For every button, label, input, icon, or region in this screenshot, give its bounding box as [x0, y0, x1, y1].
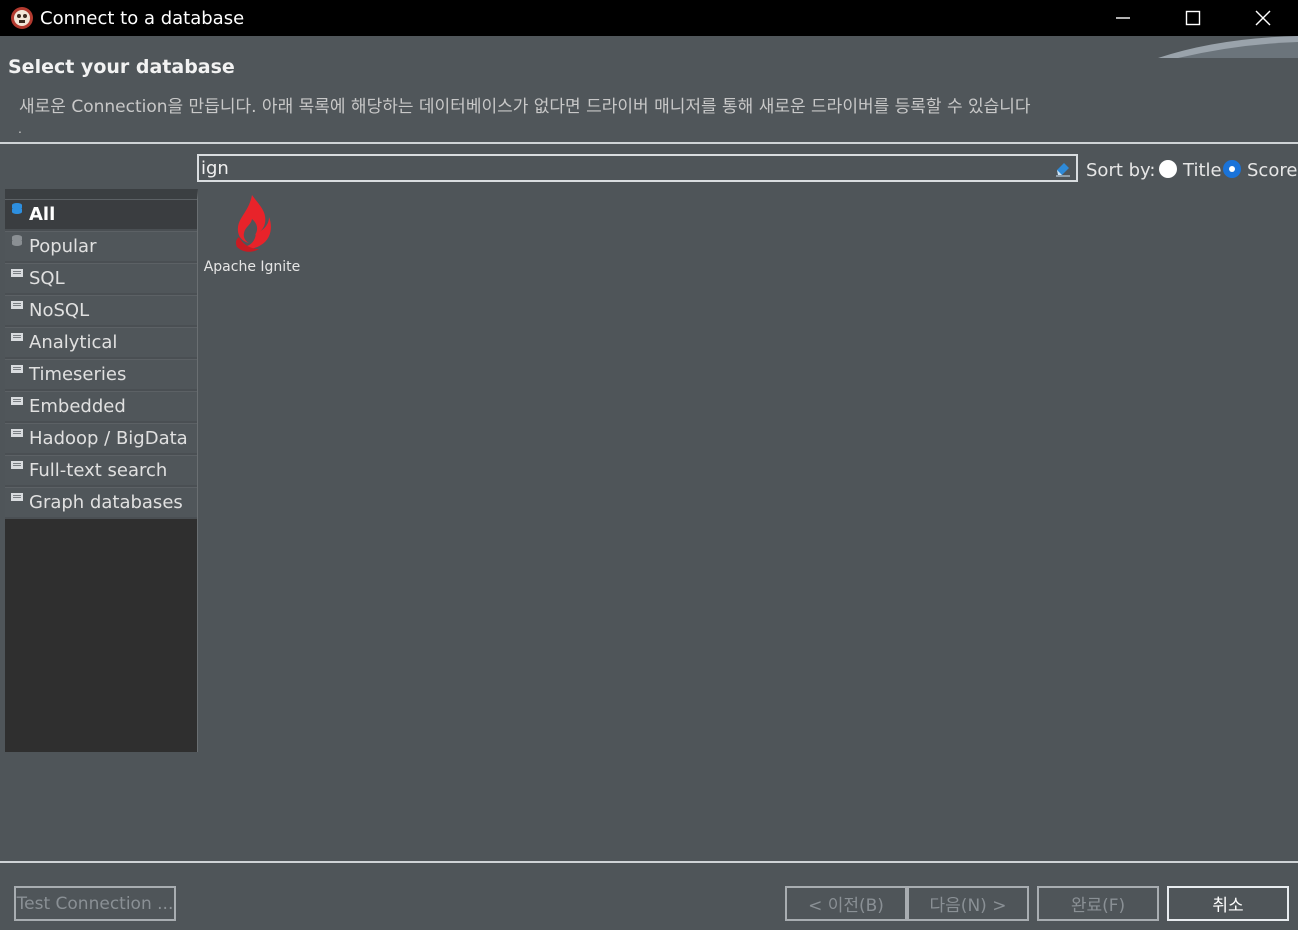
database-stack-icon: [12, 235, 22, 246]
apache-ignite-flame-icon: [235, 195, 271, 252]
category-all[interactable]: All: [5, 199, 197, 231]
category-analytical[interactable]: Analytical: [5, 327, 197, 359]
close-icon: [1255, 10, 1271, 26]
sort-score-label[interactable]: Score: [1247, 160, 1297, 181]
category-label: Graph databases: [29, 492, 183, 513]
search-field[interactable]: [197, 154, 1078, 182]
folder-icon: [11, 429, 23, 437]
folder-icon: [11, 301, 23, 309]
folder-icon: [11, 269, 23, 277]
category-label: All: [29, 204, 56, 225]
header-divider: [0, 142, 1298, 144]
category-label: Full-text search: [29, 460, 168, 481]
category-full-text-search[interactable]: Full-text search: [5, 455, 197, 487]
folder-icon: [11, 397, 23, 405]
minimize-icon: [1116, 17, 1130, 19]
header-decoration: [1158, 36, 1298, 58]
sort-by-label: Sort by:: [1086, 160, 1156, 181]
page-description: 새로운 Connection을 만듭니다. 아래 목록에 해당하는 데이터베이스…: [19, 97, 1031, 117]
category-label: SQL: [29, 268, 65, 289]
database-stack-icon: [12, 203, 22, 214]
category-sql[interactable]: SQL: [5, 263, 197, 295]
folder-icon: [11, 493, 23, 501]
title-bar: Connect to a database: [0, 0, 1298, 36]
category-list: All Popular SQL NoSQL Analytical Timeser…: [5, 189, 198, 752]
database-tile-apache-ignite[interactable]: Apache Ignite: [202, 193, 302, 283]
sort-title-label[interactable]: Title: [1183, 160, 1222, 181]
category-popular[interactable]: Popular: [5, 231, 197, 263]
page-description-tail: .: [18, 120, 22, 136]
finish-button[interactable]: 완료(F): [1037, 886, 1159, 921]
cancel-button[interactable]: 취소: [1167, 886, 1289, 921]
category-label: Analytical: [29, 332, 118, 353]
close-button[interactable]: [1228, 0, 1298, 36]
folder-icon: [11, 461, 23, 469]
sort-title-radio[interactable]: [1159, 160, 1177, 178]
page-title: Select your database: [8, 56, 235, 78]
test-connection-button[interactable]: Test Connection ...: [14, 886, 176, 921]
sort-score-radio[interactable]: [1223, 160, 1241, 178]
folder-icon: [11, 333, 23, 341]
maximize-icon: [1185, 10, 1201, 26]
folder-icon: [11, 365, 23, 373]
category-label: Embedded: [29, 396, 126, 417]
category-label: Hadoop / BigData: [29, 428, 188, 449]
database-tile-label: Apache Ignite: [203, 259, 301, 275]
dbeaver-app-icon: [11, 7, 33, 29]
next-button[interactable]: 다음(N) >: [907, 886, 1029, 921]
wizard-header: Select your database 새로운 Connection을 만듭니…: [0, 36, 1298, 144]
window-title: Connect to a database: [40, 7, 245, 29]
footer-divider: [0, 861, 1298, 863]
category-label: Popular: [29, 236, 97, 257]
category-graph-databases[interactable]: Graph databases: [5, 487, 197, 519]
category-hadoop-bigdata[interactable]: Hadoop / BigData: [5, 423, 197, 455]
category-label: NoSQL: [29, 300, 90, 321]
category-label: Timeseries: [29, 364, 127, 385]
database-results-grid: Apache Ignite: [198, 189, 1298, 752]
category-nosql[interactable]: NoSQL: [5, 295, 197, 327]
category-timeseries[interactable]: Timeseries: [5, 359, 197, 391]
maximize-button[interactable]: [1158, 0, 1228, 36]
category-embedded[interactable]: Embedded: [5, 391, 197, 423]
eraser-icon[interactable]: [1054, 159, 1072, 177]
search-input[interactable]: [201, 157, 1051, 179]
back-button[interactable]: < 이전(B): [785, 886, 907, 921]
minimize-button[interactable]: [1088, 0, 1158, 36]
